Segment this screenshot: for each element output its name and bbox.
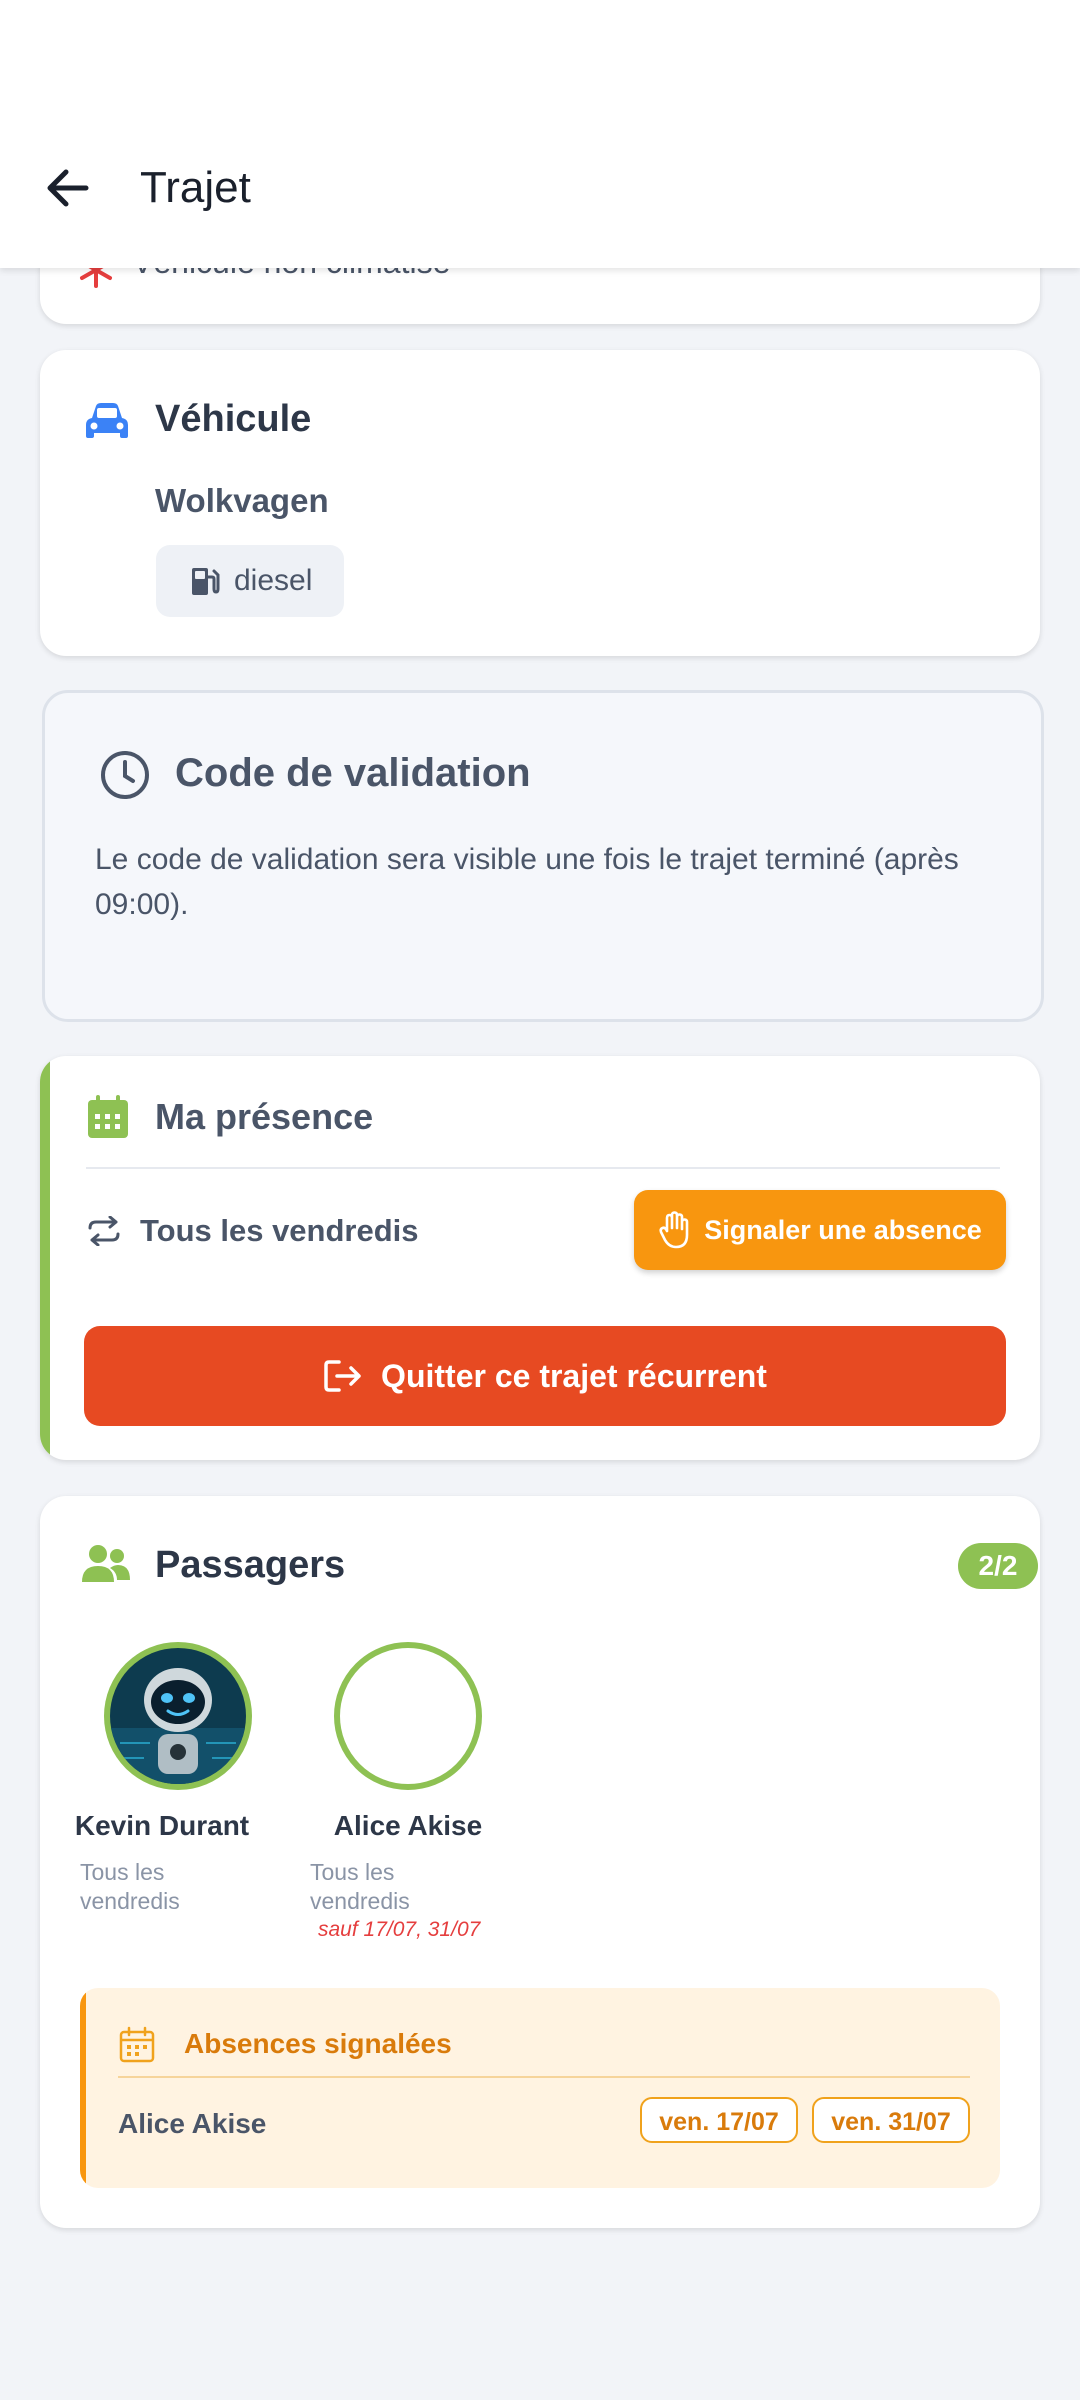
validation-title: Code de validation — [175, 751, 531, 795]
passenger-exception: sauf 17/07, 31/07 — [318, 1918, 481, 1941]
page-title: Trajet — [140, 163, 251, 212]
vehicle-model: Wolkvagen — [155, 482, 329, 519]
absence-row-name: Alice Akise — [118, 2108, 267, 2139]
presence-title: Ma présence — [155, 1096, 374, 1137]
passenger-schedule: Tous les vendredis — [80, 1858, 180, 1916]
repeat-icon — [88, 1216, 120, 1246]
divider — [86, 1167, 1000, 1169]
arrow-left-icon — [47, 169, 89, 207]
absences-title: Absences signalées — [184, 2028, 452, 2059]
divider — [118, 2076, 970, 2078]
absence-date-pill: ven. 31/07 — [812, 2097, 970, 2143]
passenger-schedule-line: vendredis — [310, 1888, 410, 1914]
absences-box: Absences signalées Alice Akise — [80, 1988, 1000, 2188]
users-icon — [82, 1545, 130, 1582]
report-absence-button[interactable]: Signaler une absence — [634, 1190, 1006, 1270]
presence-schedule: Tous les vendredis — [140, 1213, 419, 1248]
avatar[interactable] — [104, 1642, 252, 1790]
validation-message: Le code de validation sera visible une f… — [95, 843, 959, 921]
app-bar: Trajet — [0, 0, 1080, 268]
vehicle-title: Véhicule — [155, 398, 312, 440]
car-icon — [86, 403, 128, 438]
avatar-empty[interactable] — [334, 1642, 482, 1790]
passenger-name: Alice Akise — [333, 1810, 483, 1841]
report-absence-label: Signaler une absence — [704, 1214, 982, 1245]
passenger-name: Kevin Durant — [74, 1810, 250, 1841]
hand-icon — [659, 1211, 689, 1249]
robot-avatar-image — [110, 1648, 246, 1784]
leave-label: Quitter ce trajet récurrent — [381, 1357, 767, 1394]
back-button[interactable] — [40, 160, 96, 216]
fuel-chip: diesel — [156, 545, 344, 617]
fuel-label: diesel — [234, 564, 313, 597]
absence-date-pill: ven. 17/07 — [640, 2097, 798, 2143]
passenger-schedule-line: Tous les — [310, 1859, 395, 1885]
fuel-pump-icon — [192, 568, 220, 595]
leave-recurring-trip-button[interactable]: Quitter ce trajet récurrent — [84, 1326, 1006, 1426]
passenger-schedule-line: Tous les — [80, 1859, 165, 1885]
passenger-schedule-line: vendredis — [80, 1888, 180, 1914]
absences-accent-bar — [80, 1988, 86, 2188]
passenger-count-badge: 2/2 — [958, 1543, 1038, 1589]
calendar-outline-icon — [119, 2026, 155, 2063]
passengers-title: Passagers — [155, 1544, 346, 1586]
validation-card: Code de validation Le code de validation… — [42, 690, 1044, 1022]
calendar-icon — [88, 1095, 128, 1138]
passenger-schedule: Tous les vendredis — [310, 1858, 410, 1916]
presence-accent-bar — [40, 1056, 50, 1460]
logout-icon — [324, 1360, 361, 1392]
clock-icon — [101, 751, 149, 799]
